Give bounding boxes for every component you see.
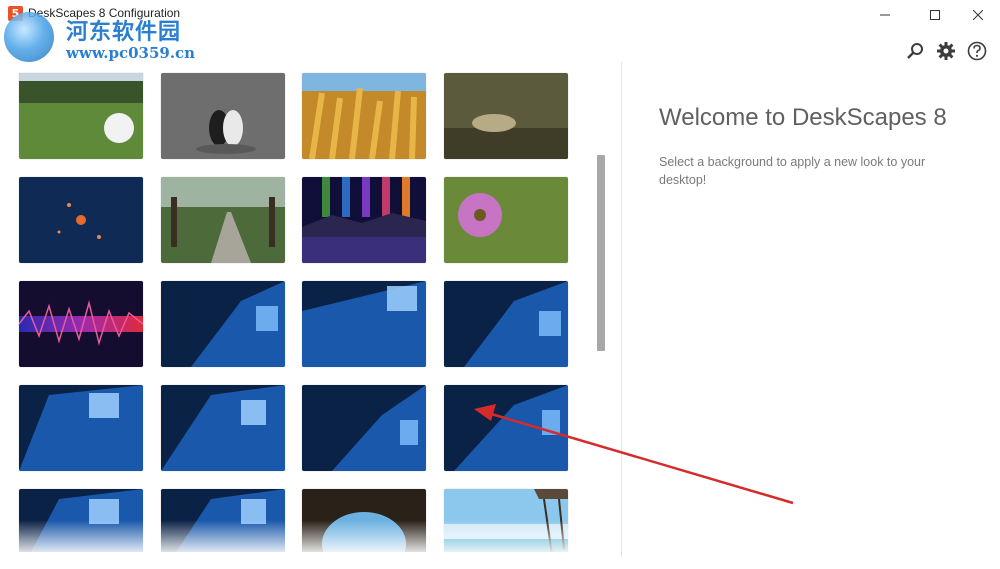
- thumbnail-windows-10-6[interactable]: [302, 385, 426, 471]
- thumbnail-windows-10-4[interactable]: [19, 385, 143, 471]
- windows-10-image: [161, 281, 285, 367]
- road-image: [161, 177, 285, 263]
- space-image: [19, 177, 143, 263]
- watermark-url: www.pc0359.cn: [66, 44, 196, 62]
- thumbnail-road[interactable]: [161, 177, 285, 263]
- background-gallery: [0, 62, 590, 552]
- welcome-title: Welcome to DeskScapes 8: [659, 104, 947, 131]
- thumbnail-waveform[interactable]: [19, 281, 143, 367]
- windows-10-image: [302, 281, 426, 367]
- thumbnail-windows-10-7[interactable]: [444, 385, 568, 471]
- title-bar: 5 DeskScapes 8 Configuration: [0, 0, 1000, 30]
- thumbnail-windows-10-1[interactable]: [161, 281, 285, 367]
- thumbnail-windows-10-3[interactable]: [444, 281, 568, 367]
- settings-button[interactable]: [935, 40, 957, 62]
- thumbnail-windows-10-2[interactable]: [302, 281, 426, 367]
- maximize-icon: [930, 10, 940, 20]
- panel-divider: [621, 62, 622, 557]
- thumbnail-space[interactable]: [19, 177, 143, 263]
- golf-ball-image: [19, 73, 143, 159]
- thumbnail-cats[interactable]: [161, 73, 285, 159]
- app-icon: 5: [8, 6, 23, 21]
- cats-image: [161, 73, 285, 159]
- windows-10-image: [19, 385, 143, 471]
- thumbnail-aurora[interactable]: [302, 177, 426, 263]
- waveform-image: [19, 281, 143, 367]
- welcome-description: Select a background to apply a new look …: [659, 155, 926, 187]
- search-button[interactable]: [904, 40, 926, 62]
- search-icon: [907, 43, 923, 59]
- close-button[interactable]: [955, 0, 1000, 30]
- gallery-fade-overlay: [0, 520, 612, 557]
- windows-10-image: [302, 385, 426, 471]
- thumbnail-wheat[interactable]: [302, 73, 426, 159]
- windows-10-image: [444, 385, 568, 471]
- help-icon: [967, 41, 987, 61]
- daisy-image: [444, 177, 568, 263]
- gear-icon: [937, 42, 955, 60]
- minimize-icon: [880, 14, 890, 16]
- toolbar: [904, 40, 994, 62]
- maximize-button[interactable]: [912, 0, 958, 30]
- windows-10-image: [444, 281, 568, 367]
- window-title: DeskScapes 8 Configuration: [28, 6, 181, 20]
- help-button[interactable]: [966, 40, 988, 62]
- thumbnail-daisy[interactable]: [444, 177, 568, 263]
- thumbnail-leaf[interactable]: [444, 73, 568, 159]
- wheat-image: [302, 73, 426, 159]
- thumbnail-golf-ball[interactable]: [19, 73, 143, 159]
- aurora-image: [302, 177, 426, 263]
- minimize-button[interactable]: [862, 0, 908, 30]
- close-icon: [973, 10, 983, 20]
- thumbnail-windows-10-5[interactable]: [161, 385, 285, 471]
- leaf-image: [444, 73, 568, 159]
- gallery-scrollbar[interactable]: [597, 155, 605, 351]
- windows-10-image: [161, 385, 285, 471]
